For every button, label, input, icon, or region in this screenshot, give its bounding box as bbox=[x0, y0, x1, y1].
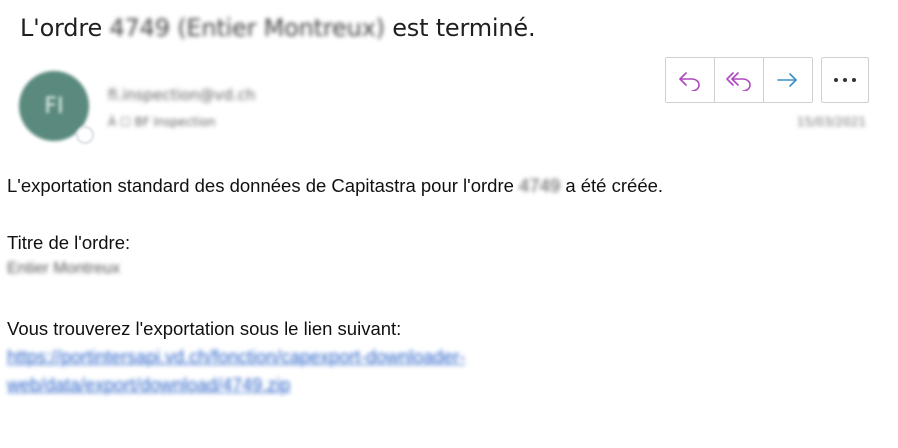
link-intro: Vous trouverez l'exportation sous le lie… bbox=[7, 318, 402, 339]
export-created-line: L'exportation standard des données de Ca… bbox=[7, 175, 663, 197]
order-number-redacted: 4749 bbox=[519, 175, 561, 196]
email-subject: L'ordre 4749 (Entier Montreux) est termi… bbox=[20, 14, 536, 42]
subject-suffix: est terminé. bbox=[392, 14, 536, 42]
export-line-prefix: L'exportation standard des données de Ca… bbox=[7, 175, 514, 196]
reply-button[interactable] bbox=[666, 58, 715, 102]
email-date: 15/03/2021 bbox=[796, 115, 866, 129]
reply-all-button[interactable] bbox=[715, 58, 764, 102]
avatar-initials: FI bbox=[44, 93, 64, 119]
export-line-suffix: a été créée. bbox=[565, 175, 664, 196]
forward-button[interactable] bbox=[764, 58, 812, 102]
message-actions bbox=[665, 57, 813, 103]
reply-all-icon bbox=[726, 72, 751, 91]
forward-icon bbox=[777, 73, 797, 87]
reply-icon bbox=[679, 72, 700, 91]
more-actions-button[interactable] bbox=[821, 57, 869, 103]
presence-status-icon bbox=[76, 126, 94, 144]
recipient-line[interactable]: À ☐ BF Inspection bbox=[108, 115, 216, 129]
subject-prefix: L'ordre bbox=[20, 14, 103, 42]
order-title-value: Entier Montreux bbox=[7, 260, 120, 277]
subject-redacted: 4749 (Entier Montreux) bbox=[109, 14, 385, 42]
sender-email[interactable]: fi.inspection@vd.ch bbox=[108, 86, 255, 104]
more-icon bbox=[834, 78, 856, 82]
export-link-line1[interactable]: https://portintersapi.vd.ch/fonction/cap… bbox=[7, 347, 465, 368]
order-title-label: Titre de l'ordre: bbox=[7, 232, 131, 253]
export-link-line2[interactable]: web/data/export/download/4749.zip bbox=[7, 375, 290, 396]
